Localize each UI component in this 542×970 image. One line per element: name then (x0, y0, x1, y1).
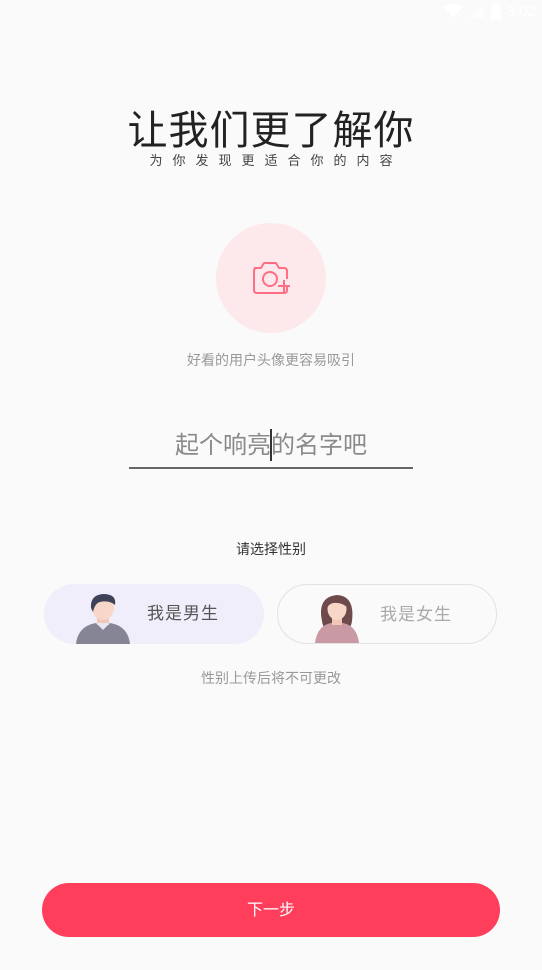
battery-icon (490, 2, 501, 20)
next-step-button[interactable]: 下一步 (42, 883, 500, 937)
female-avatar-icon (315, 595, 359, 643)
gender-note: 性别上传后将不可更改 (201, 671, 341, 687)
male-avatar-icon (76, 594, 130, 644)
female-option-label: 我是女生 (380, 605, 452, 625)
avatar-hint: 好看的用户头像更容易吸引 (187, 353, 355, 369)
text-cursor (270, 429, 272, 461)
gender-label: 请选择性别 (236, 542, 306, 558)
camera-add-icon (253, 262, 290, 294)
signal-icon (469, 4, 484, 18)
page-subtitle: 为你发现更适合你的内容 (149, 154, 403, 169)
male-option-label: 我是男生 (147, 604, 219, 624)
profile-setup-screen: 3:02 让我们更了解你 为你发现更适合你的内容 好看的用户头像更容易吸引 请选… (0, 0, 542, 970)
page-title: 让我们更了解你 (127, 108, 415, 154)
male-option-button[interactable]: 我是男生 (44, 584, 264, 644)
avatar-upload-button[interactable] (216, 223, 326, 333)
wifi-icon (442, 3, 463, 18)
status-icons: 3:02 (442, 0, 536, 22)
female-option-button[interactable]: 我是女生 (277, 584, 497, 644)
status-bar: 3:02 (0, 0, 542, 22)
nickname-field (129, 425, 413, 469)
status-time: 3:02 (506, 2, 536, 20)
